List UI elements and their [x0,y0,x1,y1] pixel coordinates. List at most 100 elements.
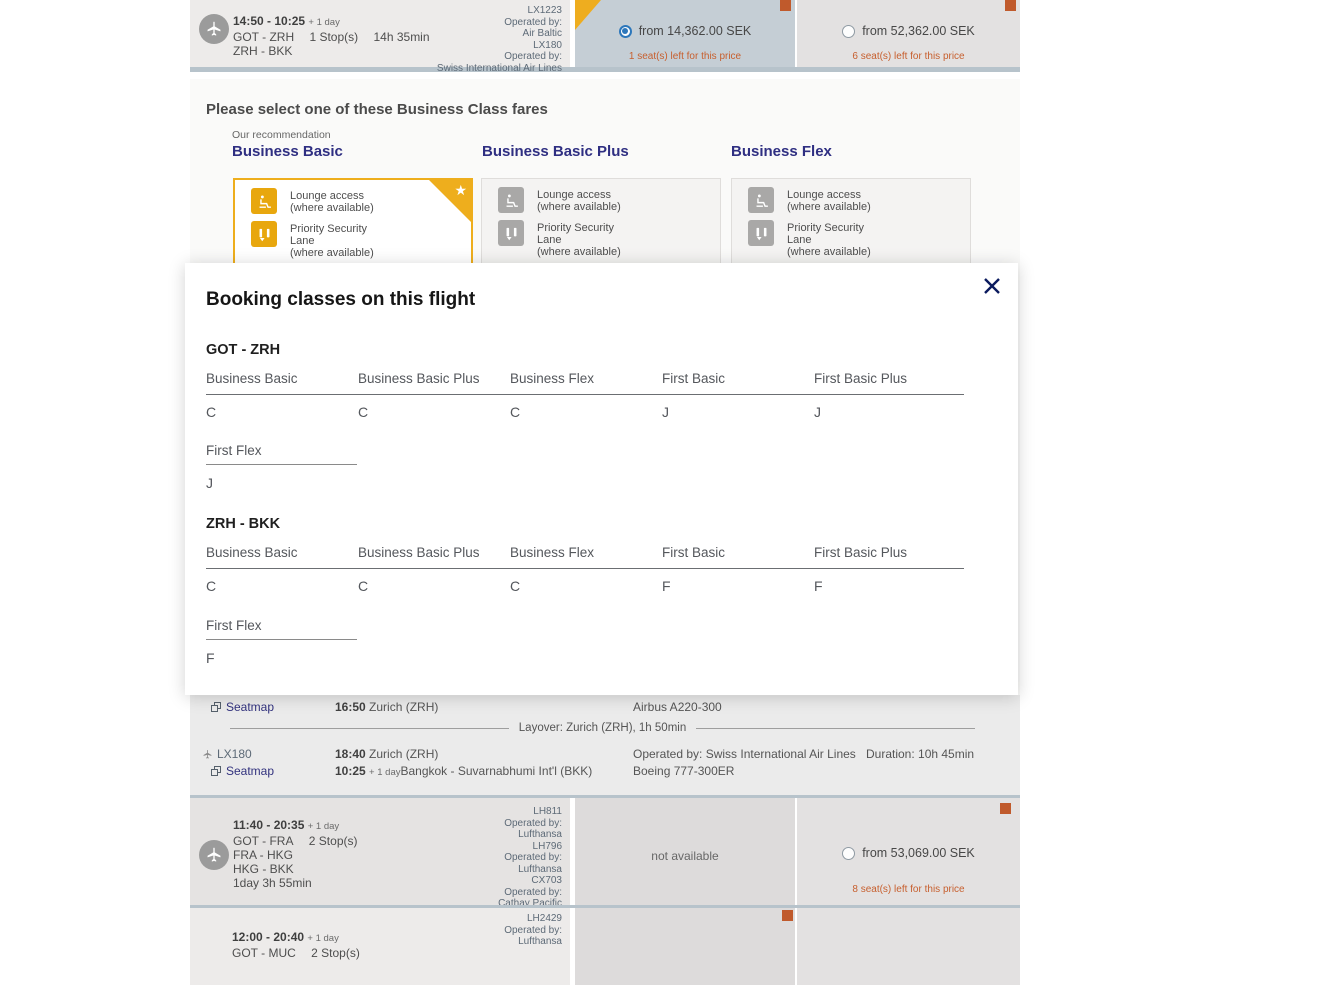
departure-airport: Zurich (ZRH) [369,747,438,761]
flight-result-row: 11:40 - 20:35 + 1 day GOT - FRA 2 Stop(s… [190,795,1020,905]
fare-radio[interactable] [842,847,855,860]
first-fare-cell[interactable] [797,908,1020,985]
seatmap-label: Seatmap [226,700,274,714]
seats-left-label: 6 seat(s) left for this price [797,51,1020,62]
benefit-line: (where available) [537,201,621,213]
total-duration: 1day 3h 55min [233,876,312,890]
operated-by-label: Operated by: [437,17,562,29]
stops-label: 2 Stop(s) [311,946,360,960]
fare-name-business-flex: Business Flex [731,143,832,160]
operated-by-label: Operated by: [498,887,562,899]
priority-security-lane-icon [498,220,524,246]
arrival-airport: Zurich (ZRH) [369,700,438,714]
flight-times: 11:40 - 20:35 [233,818,304,832]
flight-times-routes: 14:50 - 10:25 + 1 day GOT - ZRH 1 Stop(s… [233,0,430,67]
flight-times-routes: 11:40 - 20:35 + 1 day GOT - FRA 2 Stop(s… [233,798,357,905]
route-leg: GOT - FRA [233,834,293,848]
benefit-line: Priority Security [537,222,621,234]
fare-price: from 52,362.00 SEK [862,24,975,38]
operated-by-label: Operated by: [437,51,562,63]
benefit-line: (where available) [290,247,374,259]
plane-icon [202,749,213,760]
booking-class-code: F [662,578,814,594]
star-icon: ★ [454,182,467,199]
close-button[interactable] [982,276,1002,296]
flight-number: LH796 [498,841,562,853]
flight-summary: 14:50 - 10:25 + 1 day GOT - ZRH 1 Stop(s… [190,0,570,67]
availability-marker [1000,803,1011,814]
benefit-line: Priority Security [787,222,871,234]
header-divider [206,639,357,640]
leg-duration: 14h 35min [373,30,429,44]
seatmap-link[interactable]: Seatmap [210,764,274,778]
operating-carriers: LH811 Operated by: Lufthansa LH796 Opera… [498,798,570,905]
fare-radio-selected[interactable] [619,25,632,38]
column-header: Business Flex [510,545,662,560]
flight-number: LH2429 [504,913,562,925]
booking-class-code: F [206,650,215,666]
benefit-line: Lane [290,235,374,247]
header-divider [206,394,964,395]
airline-icon [199,840,229,870]
booking-class-values: C C C J J [206,404,966,420]
column-header: First Basic [662,371,814,386]
seatmap-link[interactable]: Seatmap [210,700,274,714]
first-fare-cell[interactable]: from 52,362.00 SEK 6 seat(s) left for th… [797,0,1020,67]
booking-class-headers: Business Basic Business Basic Plus Busin… [206,371,966,386]
route-leg: HKG - BKK [233,862,294,876]
booking-class-code: F [814,578,966,594]
aircraft-type: Airbus A220-300 [633,700,722,714]
business-fare-cell: not available [575,798,795,905]
operated-by: Operated by: Swiss International Air Lin… [633,747,856,761]
column-header: First Basic Plus [814,545,966,560]
flight-result-row: 12:00 - 20:40 + 1 day GOT - MUC 2 Stop(s… [190,905,1020,985]
benefit-line: Lane [787,234,871,246]
carrier-name: Lufthansa [504,936,562,948]
carrier-name: Swiss International Air Lines [437,63,562,75]
benefit-line: (where available) [537,246,621,258]
business-fare-cell [575,908,795,985]
column-header: First Flex [206,618,262,633]
fare-price: from 53,069.00 SEK [862,846,975,860]
not-available-label: not available [575,849,795,863]
fare-price: from 14,362.00 SEK [639,24,752,38]
benefit-line: Lounge access [290,190,374,202]
seatmap-label: Seatmap [226,764,274,778]
fare-name-business-basic: Business Basic [232,143,343,160]
priority-security-lane-icon [748,220,774,246]
stops-label: 2 Stop(s) [309,834,358,848]
operated-by-label: Operated by: [498,818,562,830]
booking-class-code: C [510,578,662,594]
segment-flight-number: LX180 [202,747,252,761]
availability-marker [780,0,791,11]
arrival-time: 10:25 [335,764,366,778]
fare-radio[interactable] [842,25,855,38]
column-header: First Flex [206,443,262,458]
benefit-line: Lounge access [537,189,621,201]
flight-number: LX180 [217,747,252,761]
carrier-name: Air Baltic [437,28,562,40]
flight-result-row: 14:50 - 10:25 + 1 day GOT - ZRH 1 Stop(s… [190,0,1020,72]
modal-title: Booking classes on this flight [206,289,475,311]
lounge-access-icon [748,187,774,213]
arrival-time: 16:50 [335,700,366,714]
route-leg: GOT - MUC [232,946,296,960]
column-header: First Basic [662,545,814,560]
flight-times-routes: 12:00 - 20:40 + 1 day GOT - MUC 2 Stop(s… [190,908,360,985]
first-fare-cell[interactable]: from 53,069.00 SEK 8 seat(s) left for th… [797,798,1020,905]
booking-class-code: J [814,404,966,420]
modal-route-heading: ZRH - BKK [206,516,280,532]
route-leg: FRA - HKG [233,848,293,862]
booking-class-code: J [662,404,814,420]
lounge-access-icon [498,187,524,213]
business-fare-cell[interactable]: from 14,362.00 SEK 1 seat(s) left for th… [575,0,795,67]
operated-by-label: Operated by: [504,925,562,937]
operating-carriers: LX1223 Operated by: Air Baltic LX180 Ope… [437,0,570,67]
benefit-line: (where available) [290,202,374,214]
column-header: Business Basic Plus [358,371,510,386]
stops-label: 1 Stop(s) [309,30,358,44]
flight-number: LX1223 [437,5,562,17]
plus-day-label: + 1 day [308,821,339,832]
recommendation-label: Our recommendation [232,129,331,141]
booking-class-code: C [206,578,358,594]
